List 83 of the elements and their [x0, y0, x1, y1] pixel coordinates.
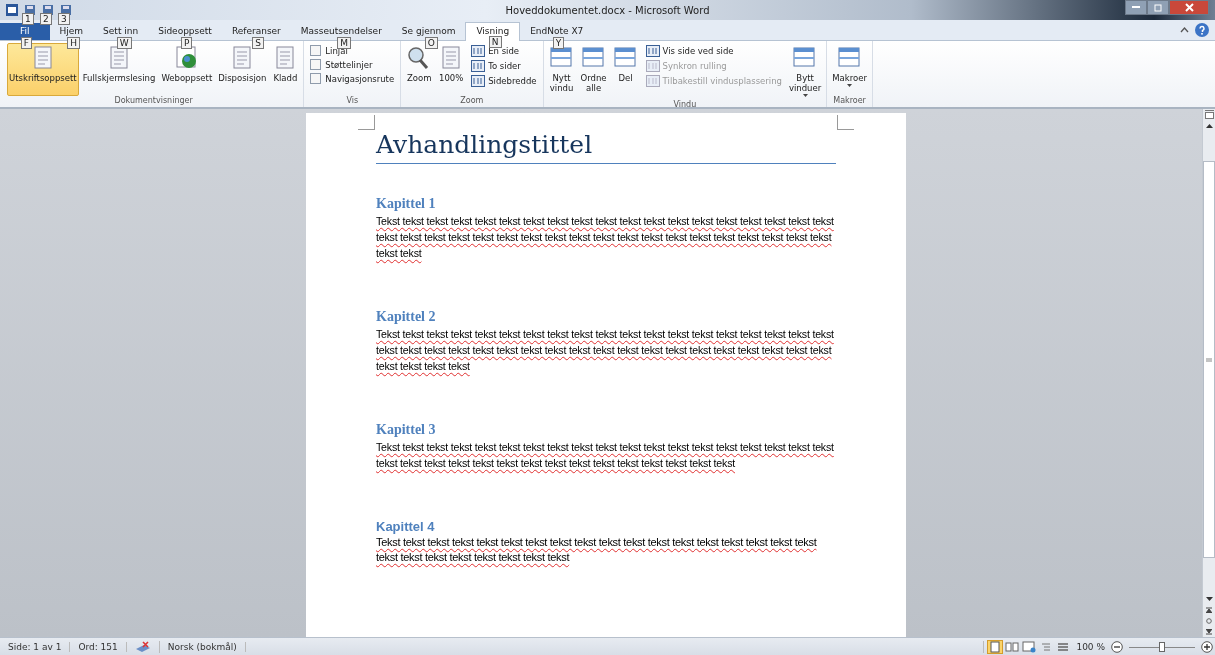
- chapter-heading: Kapittel 3: [376, 422, 437, 438]
- ribbon-tab[interactable]: Sett inn: [93, 23, 149, 40]
- body-paragraph: Tekst tekst tekst tekst tekst tekst tekst tekst tekst tekst tekst tekst tekst tekst tekst tekst tekst tekst tekst tekst tekst tekst tekst tekst tekst tekst tekst tekst tekst tekst tekst tekst tekst tekst: [376, 440, 835, 471]
- columns-icon: [471, 45, 486, 57]
- browse-next-icon[interactable]: [1206, 628, 1212, 635]
- columns-icon: [471, 60, 486, 72]
- checkbox[interactable]: [310, 45, 322, 56]
- checkbox[interactable]: [310, 59, 322, 70]
- ribbon-tab[interactable]: Sideoppsett: [148, 23, 222, 40]
- ribbon-tab[interactable]: Masseutsendelser: [290, 23, 392, 40]
- ribbon-button[interactable]: Bytt vinduer: [786, 43, 824, 100]
- browse-object-icon[interactable]: [1206, 617, 1212, 624]
- window-icon: [548, 46, 575, 70]
- ribbon-tab[interactable]: Referanser: [221, 23, 291, 40]
- window-icon: [836, 46, 863, 70]
- browse-previous-icon[interactable]: [1206, 606, 1212, 613]
- checkbox-option[interactable]: Navigasjonsrute: [310, 73, 395, 84]
- ribbon-button[interactable]: 100%: [436, 43, 467, 96]
- document-title: Avhandlingstittel: [376, 129, 836, 164]
- group-label: Makroer: [832, 96, 867, 107]
- language-indicator[interactable]: Norsk (bokmål): [159, 641, 246, 652]
- chapter-heading: Kapittel 2: [376, 309, 437, 325]
- chapter-heading: Kapittel 4: [376, 519, 436, 534]
- group-label: Dokumentvisninger: [113, 96, 194, 107]
- body-paragraph: Tekst tekst tekst tekst tekst tekst tekst tekst tekst tekst tekst tekst tekst tekst tekst tekst tekst tekst tekst tekst tekst tekst tekst tekst tekst tekst: [376, 535, 818, 565]
- zoom-out-icon[interactable]: [1111, 640, 1123, 653]
- checkbox-option[interactable]: Støttelinjer: [310, 59, 395, 70]
- crop-mark: [358, 115, 375, 130]
- columns-icon: [471, 75, 486, 87]
- crop-mark: [837, 115, 854, 130]
- minimize-icon: [1132, 6, 1140, 9]
- chapter-heading: Kapittel 1: [376, 196, 437, 212]
- keytip: O: [424, 37, 438, 49]
- ribbon-button[interactable]: To sider: [471, 60, 537, 72]
- keytip: M: [337, 37, 352, 49]
- page-count[interactable]: Side: 1 av 1: [0, 641, 71, 652]
- zoom-slider-thumb[interactable]: [1159, 641, 1165, 652]
- zoom-level[interactable]: 100 %: [1070, 641, 1111, 652]
- columns-icon: [645, 45, 660, 57]
- help-icon[interactable]: [1195, 23, 1209, 37]
- proofing-icon[interactable]: [134, 640, 151, 653]
- columns-icon: [645, 75, 660, 87]
- body-paragraph: Tekst tekst tekst tekst tekst tekst tekst tekst tekst tekst tekst tekst tekst tekst tekst tekst tekst tekst tekst tekst tekst tekst tekst tekst tekst tekst tekst tekst tekst tekst tekst tekst tekst tekst tekst tekst tekst tekst tekst tekst tekst tekst: [376, 327, 835, 374]
- window-icon: [580, 46, 607, 70]
- close-button[interactable]: [1169, 0, 1209, 15]
- group-label: Vindu: [672, 100, 698, 111]
- print-layout-icon[interactable]: [988, 640, 1003, 653]
- body-paragraph: Tekst tekst tekst tekst tekst tekst tekst tekst tekst tekst tekst tekst tekst tekst tekst tekst tekst tekst tekst tekst tekst tekst tekst tekst tekst tekst tekst tekst tekst tekst tekst tekst tekst tekst tekst tekst tekst tekst tekst tekst: [376, 214, 835, 261]
- ribbon-tab[interactable]: Fil: [0, 23, 50, 40]
- restore-icon: [1154, 3, 1162, 12]
- checkbox[interactable]: [310, 73, 322, 84]
- zoom-in-icon[interactable]: [1201, 640, 1213, 653]
- collapse-ribbon-icon[interactable]: [1180, 27, 1189, 33]
- ruler-toggle-icon[interactable]: [1204, 110, 1214, 119]
- word-count[interactable]: Ord: 151: [70, 641, 127, 652]
- draft-icon[interactable]: [1056, 640, 1071, 653]
- keytip: S: [252, 37, 265, 49]
- group-label: Vis: [345, 96, 360, 107]
- ribbon-button[interactable]: Del: [610, 43, 641, 100]
- ribbon-button[interactable]: Ordne alle: [578, 43, 609, 100]
- scroll-thumb[interactable]: [1203, 161, 1215, 558]
- vertical-scrollbar[interactable]: [1202, 109, 1215, 637]
- zoom-slider[interactable]: [1126, 640, 1198, 653]
- ribbon-button[interactable]: Vis side ved side: [645, 45, 782, 57]
- window-title: Hoveddokumentet.docx - Microsoft Word: [504, 4, 711, 16]
- minimize-button[interactable]: [1125, 0, 1147, 15]
- restore-button[interactable]: [1147, 0, 1169, 15]
- word-logo-icon: [6, 4, 18, 16]
- keytip: H: [67, 37, 81, 49]
- ribbon-tab[interactable]: EndNote X7: [520, 23, 594, 40]
- ribbon-button[interactable]: Makroer: [830, 43, 869, 96]
- window-icon: [612, 46, 639, 70]
- columns-icon: [645, 60, 660, 72]
- scroll-up-icon[interactable]: [1205, 123, 1213, 128]
- ribbon-tab[interactable]: Se gjennom: [391, 23, 466, 40]
- ribbon-button[interactable]: Kladd: [270, 43, 301, 96]
- keytip: W: [116, 37, 132, 49]
- scroll-down-icon[interactable]: [1205, 596, 1213, 601]
- ribbon-button[interactable]: Sidebredde: [471, 75, 537, 87]
- ribbon-tab[interactable]: Hjem: [49, 23, 94, 40]
- group-label: Zoom: [459, 96, 485, 107]
- close-icon: [1184, 3, 1194, 12]
- web-layout-icon[interactable]: [1022, 640, 1037, 653]
